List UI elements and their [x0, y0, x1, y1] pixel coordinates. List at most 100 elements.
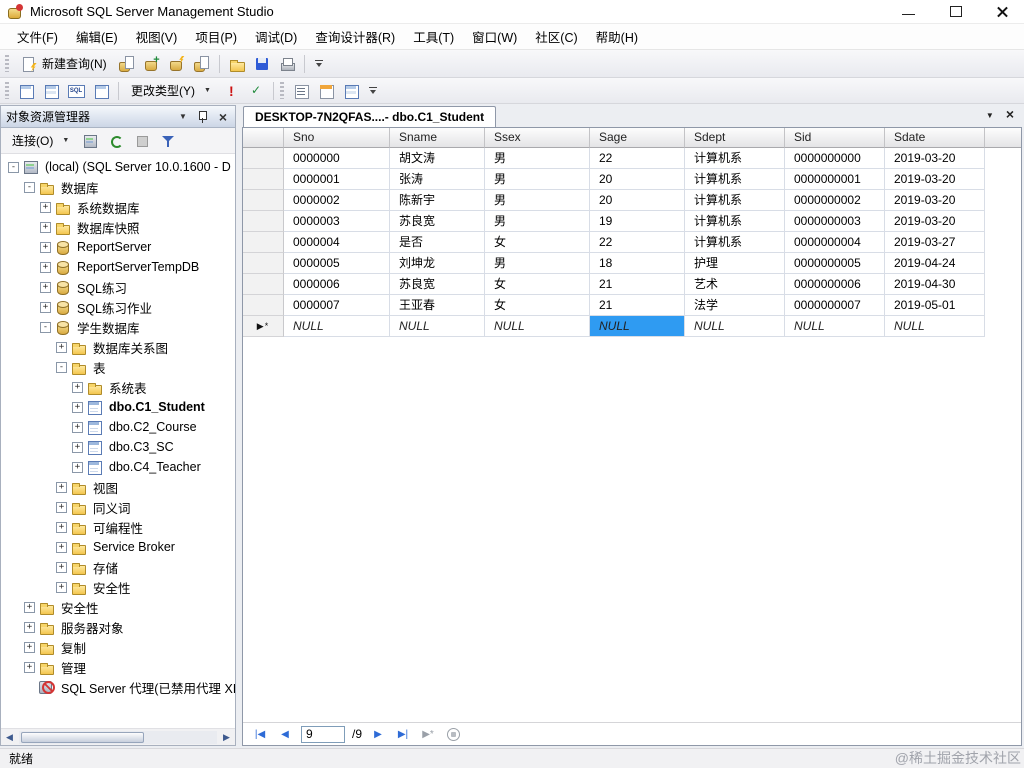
grid-cell[interactable]: 计算机系	[685, 232, 785, 253]
column-header-sno[interactable]: Sno	[284, 128, 390, 148]
menu-item[interactable]: 帮助(H)	[587, 23, 647, 50]
grid-cell[interactable]: 男	[485, 148, 590, 169]
expand-icon[interactable]: +	[56, 501, 67, 513]
expand-icon[interactable]: +	[72, 381, 83, 393]
grid-cell[interactable]: NULL	[785, 316, 885, 337]
toolbar-grip[interactable]	[5, 55, 9, 72]
tree-item[interactable]: + 系统表	[1, 377, 235, 397]
horizontal-scrollbar[interactable]: ◀ ▶	[1, 728, 235, 745]
close-panel-icon[interactable]	[216, 110, 230, 124]
grid-cell[interactable]: 2019-03-20	[885, 148, 985, 169]
menu-item[interactable]: 社区(C)	[526, 23, 586, 50]
grid-cell[interactable]: 18	[590, 253, 685, 274]
scrollbar-thumb[interactable]	[21, 731, 144, 743]
grid-cell[interactable]: 男	[485, 211, 590, 232]
show-criteria-pane-button[interactable]	[39, 80, 63, 102]
analysis-query-button[interactable]	[140, 53, 164, 75]
grid-cell[interactable]: 0000000004	[785, 232, 885, 253]
collapse-icon[interactable]: -	[40, 321, 51, 333]
previous-record-button[interactable]	[276, 726, 294, 743]
toolbar-grip[interactable]	[279, 82, 284, 99]
expand-icon[interactable]: +	[24, 661, 35, 673]
expand-icon[interactable]: +	[56, 541, 67, 553]
grid-cell[interactable]: 计算机系	[685, 148, 785, 169]
grid-cell[interactable]: 0000005	[284, 253, 390, 274]
grid-cell[interactable]: 女	[485, 274, 590, 295]
grid-cell[interactable]: 20	[590, 190, 685, 211]
database-engine-query-button[interactable]	[115, 53, 139, 75]
grid-cell[interactable]: 0000000002	[785, 190, 885, 211]
grid-cell[interactable]: 王亚春	[390, 295, 485, 316]
grid-cell[interactable]: 0000000005	[785, 253, 885, 274]
grid-cell[interactable]: NULL	[685, 316, 785, 337]
menu-item[interactable]: 文件(F)	[8, 23, 67, 50]
column-header-sid[interactable]: Sid	[785, 128, 885, 148]
disconnect-button[interactable]	[78, 130, 102, 152]
grid-cell[interactable]: 陈新宇	[390, 190, 485, 211]
grid-cell[interactable]: 0000004	[284, 232, 390, 253]
select-all-corner[interactable]	[243, 128, 284, 148]
grid-cell[interactable]: 0000002	[284, 190, 390, 211]
maximize-icon[interactable]	[948, 4, 963, 19]
grid-cell[interactable]: 2019-03-27	[885, 232, 985, 253]
grid-cell[interactable]: NULL	[390, 316, 485, 337]
expand-icon[interactable]: +	[56, 341, 67, 353]
grid-cell[interactable]: 艺术	[685, 274, 785, 295]
grid-cell[interactable]: 护理	[685, 253, 785, 274]
active-files-dropdown-icon[interactable]	[986, 111, 994, 121]
menu-item[interactable]: 查询设计器(R)	[306, 23, 404, 50]
grid-cell[interactable]: 2019-05-01	[885, 295, 985, 316]
expand-icon[interactable]: +	[40, 221, 51, 233]
grid-cell[interactable]: 男	[485, 190, 590, 211]
grid-cell[interactable]: 男	[485, 253, 590, 274]
row-selector[interactable]	[243, 295, 284, 316]
grid-cell[interactable]: 2019-03-20	[885, 190, 985, 211]
expand-icon[interactable]: +	[72, 461, 83, 473]
row-selector[interactable]	[243, 232, 284, 253]
tree-item[interactable]: + 管理	[1, 657, 235, 677]
menu-item[interactable]: 编辑(E)	[67, 23, 127, 50]
row-selector[interactable]	[243, 148, 284, 169]
expand-icon[interactable]: +	[24, 641, 35, 653]
grid-cell[interactable]: 计算机系	[685, 190, 785, 211]
save-button[interactable]	[250, 53, 274, 75]
toolbar-grip[interactable]	[5, 82, 9, 99]
tree-item[interactable]: + 视图	[1, 477, 235, 497]
grid-cell[interactable]: 男	[485, 169, 590, 190]
grid-cell[interactable]: 张涛	[390, 169, 485, 190]
tree-item[interactable]: + dbo.C1_Student	[1, 397, 235, 417]
tree-item[interactable]: + 安全性	[1, 597, 235, 617]
grid-cell[interactable]: 0000007	[284, 295, 390, 316]
refresh-button[interactable]	[104, 130, 128, 152]
tree-item[interactable]: + 系统数据库	[1, 197, 235, 217]
expand-icon[interactable]: +	[40, 261, 51, 273]
grid-cell[interactable]: 胡文涛	[390, 148, 485, 169]
column-header-sage[interactable]: Sage	[590, 128, 685, 148]
window-position-icon[interactable]	[176, 110, 190, 124]
tab-dbo-c1-student[interactable]: DESKTOP-7N2QFAS....- dbo.C1_Student	[243, 106, 497, 127]
grid-cell[interactable]: 0000000003	[785, 211, 885, 232]
expand-icon[interactable]: +	[24, 601, 35, 613]
grid-cell[interactable]: 21	[590, 295, 685, 316]
expand-icon[interactable]: +	[56, 581, 67, 593]
show-sql-pane-button[interactable]	[64, 80, 88, 102]
tree-item[interactable]: + SQL练习作业	[1, 297, 235, 317]
collapse-icon[interactable]: -	[24, 181, 35, 193]
tree-item[interactable]: + Service Broker	[1, 537, 235, 557]
menu-item[interactable]: 工具(T)	[404, 23, 463, 50]
row-selector[interactable]	[243, 274, 284, 295]
grid-cell[interactable]: 计算机系	[685, 211, 785, 232]
toolbar-overflow-icon[interactable]	[312, 53, 326, 75]
add-table-button[interactable]	[314, 80, 338, 102]
column-header-ssex[interactable]: Ssex	[485, 128, 590, 148]
tree-item[interactable]: + dbo.C3_SC	[1, 437, 235, 457]
column-header-sdept[interactable]: Sdept	[685, 128, 785, 148]
tree-item[interactable]: + 存储	[1, 557, 235, 577]
tree-item[interactable]: + 同义词	[1, 497, 235, 517]
scroll-right-icon[interactable]: ▶	[218, 729, 235, 746]
new-row-indicator[interactable]: ▶*	[243, 316, 284, 337]
row-selector[interactable]	[243, 211, 284, 232]
grid-cell[interactable]: 2019-03-20	[885, 169, 985, 190]
tree-item[interactable]: SQL Server 代理(已禁用代理 XI	[1, 677, 235, 697]
grid-cell[interactable]: 0000003	[284, 211, 390, 232]
